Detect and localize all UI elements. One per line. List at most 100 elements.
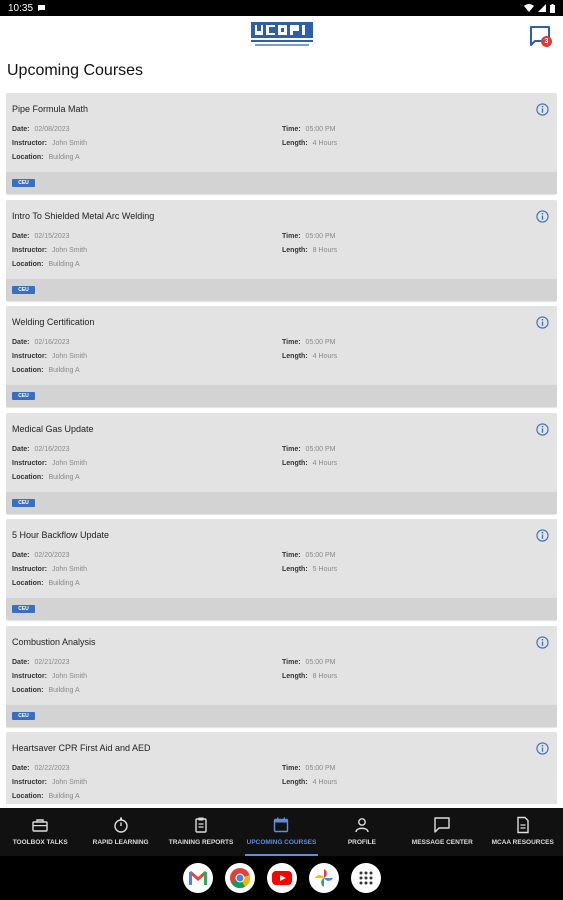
signal-icon [538, 4, 546, 12]
course-instructor-label: Instructor: [12, 459, 47, 467]
nav-training-reports[interactable]: TRAINING REPORTS [161, 808, 241, 856]
nav-mcaa-resources[interactable]: MCAA RESOURCES [483, 808, 563, 856]
course-card[interactable]: Heartsaver CPR First Aid and AED Date: 02/… [6, 732, 557, 804]
info-icon[interactable] [536, 742, 549, 755]
course-length-label: Length: [282, 779, 308, 786]
course-card-footer: CEU [6, 172, 557, 194]
course-card[interactable]: Intro To Shielded Metal Arc Welding Date:… [6, 199, 557, 301]
app-drawer-icon[interactable] [350, 863, 381, 893]
course-date-value: 02/16/2023 [34, 339, 70, 346]
course-time-value: 05:00 PM [305, 126, 336, 133]
course-date-value: 02/21/2023 [34, 658, 70, 666]
course-date-value: 02/16/2023 [34, 445, 70, 453]
ceu-badge: CEU [12, 392, 35, 400]
page-title: Upcoming Courses [7, 62, 144, 79]
course-time-value: 05:00 PM [305, 552, 336, 559]
youtube-icon[interactable] [266, 863, 297, 893]
nav-label: UPCOMING COURSES [246, 839, 317, 846]
course-date-label: Date: [12, 765, 30, 772]
nav-upcoming-courses[interactable]: UPCOMING COURSES [241, 808, 321, 856]
nav-profile[interactable]: PROFILE [322, 808, 402, 856]
course-time-label: Time: [282, 126, 301, 133]
chat-icon [434, 817, 451, 833]
ceu-badge: CEU [12, 605, 35, 613]
course-length-row: Length: 8 Hours [282, 673, 337, 680]
course-instructor-row: Instructor: John Smith [12, 779, 87, 786]
course-time-label: Time: [282, 658, 301, 666]
bottom-navigation: TOOLBOX TALKS RAPID LEARNING TRAINING REPO… [0, 808, 563, 856]
course-date-value: 02/20/2023 [34, 552, 70, 559]
battery-icon [550, 3, 555, 13]
course-time-row: Time: 05:00 PM [282, 765, 336, 772]
info-icon[interactable] [536, 422, 549, 436]
course-card[interactable]: Combustion Analysis Date: 02/21/2023 Instru… [6, 625, 557, 727]
course-location-value: Building A [48, 367, 80, 374]
nav-label: TRAINING REPORTS [168, 839, 234, 846]
course-location-value: Building A [48, 686, 80, 694]
course-length-value: 4 Hours [312, 140, 338, 147]
course-length-label: Length: [282, 672, 308, 680]
course-instructor-value: John Smith [52, 672, 88, 680]
course-location-value: Building A [48, 473, 80, 481]
course-instructor-value: John Smith [52, 353, 88, 360]
course-location-row: Location: Building A [12, 793, 80, 800]
course-time-value: 05:00 PM [305, 658, 336, 666]
course-card[interactable]: Welding Certification Date: 02/16/2023 Inst… [6, 306, 557, 407]
info-icon[interactable] [536, 529, 549, 542]
nav-label: MESSAGE CENTER [411, 839, 473, 846]
photos-icon[interactable] [308, 863, 339, 893]
course-length-value: 4 Hours [312, 779, 338, 786]
course-card-footer: CEU [6, 385, 557, 407]
course-instructor-label: Instructor: [12, 672, 47, 680]
course-instructor-label: Instructor: [12, 140, 47, 147]
course-time-row: Time: 05:00 PM [282, 659, 336, 666]
gmail-icon[interactable] [182, 863, 213, 893]
course-location-row: Location: Building A [12, 474, 80, 481]
course-time-value: 05:00 PM [305, 339, 336, 346]
course-title: Pipe Formula Math [12, 104, 89, 114]
course-date-row: Date: 02/20/2023 [12, 552, 70, 559]
course-instructor-label: Instructor: [12, 246, 47, 254]
course-time-row: Time: 05:00 PM [282, 126, 336, 133]
course-instructor-row: Instructor: John Smith [12, 566, 87, 573]
course-length-row: Length: 5 Hours [282, 566, 337, 573]
course-time-value: 05:00 PM [305, 232, 336, 240]
course-date-row: Date: 02/16/2023 [12, 339, 70, 346]
course-list[interactable]: Pipe Formula Math Date: 02/08/2023 Instruct… [6, 93, 557, 804]
nav-message-center[interactable]: MESSAGE CENTER [402, 808, 482, 856]
notification-icon [38, 5, 46, 11]
course-instructor-value: John Smith [52, 140, 88, 147]
nav-rapid-learning[interactable]: RAPID LEARNING [80, 808, 160, 856]
nav-label: RAPID LEARNING [92, 839, 149, 846]
course-location-row: Location: Building A [12, 154, 80, 161]
course-card[interactable]: Pipe Formula Math Date: 02/08/2023 Instruct… [6, 93, 557, 194]
course-location-label: Location: [12, 473, 44, 481]
nav-label: PROFILE [347, 839, 376, 846]
course-location-label: Location: [12, 580, 44, 587]
info-icon[interactable] [536, 635, 549, 649]
info-icon[interactable] [536, 316, 549, 329]
course-date-label: Date: [12, 552, 30, 559]
course-time-label: Time: [282, 765, 301, 772]
course-instructor-row: Instructor: John Smith [12, 247, 87, 254]
course-card-footer: CEU [6, 491, 557, 514]
chrome-icon[interactable] [224, 863, 255, 893]
course-time-value: 05:00 PM [305, 765, 336, 772]
course-instructor-row: Instructor: John Smith [12, 673, 87, 680]
info-icon[interactable] [536, 103, 549, 116]
course-instructor-value: John Smith [52, 566, 88, 573]
course-date-label: Date: [12, 339, 30, 346]
document-icon [517, 816, 529, 834]
course-length-value: 5 Hours [312, 566, 338, 573]
course-instructor-row: Instructor: John Smith [12, 460, 87, 467]
ceu-badge: CEU [12, 498, 35, 507]
stopwatch-icon [113, 817, 128, 833]
course-date-label: Date: [12, 445, 30, 453]
app-dock [0, 856, 563, 900]
course-card[interactable]: Medical Gas Update Date: 02/16/2023 Instruc… [6, 412, 557, 514]
course-title: 5 Hour Backflow Update [12, 530, 110, 540]
info-icon[interactable] [536, 209, 549, 223]
nav-toolbox-talks[interactable]: TOOLBOX TALKS [0, 808, 80, 856]
course-date-row: Date: 02/22/2023 [12, 765, 70, 772]
course-card[interactable]: 5 Hour Backflow Update Date: 02/20/2023 Ins… [6, 519, 557, 620]
